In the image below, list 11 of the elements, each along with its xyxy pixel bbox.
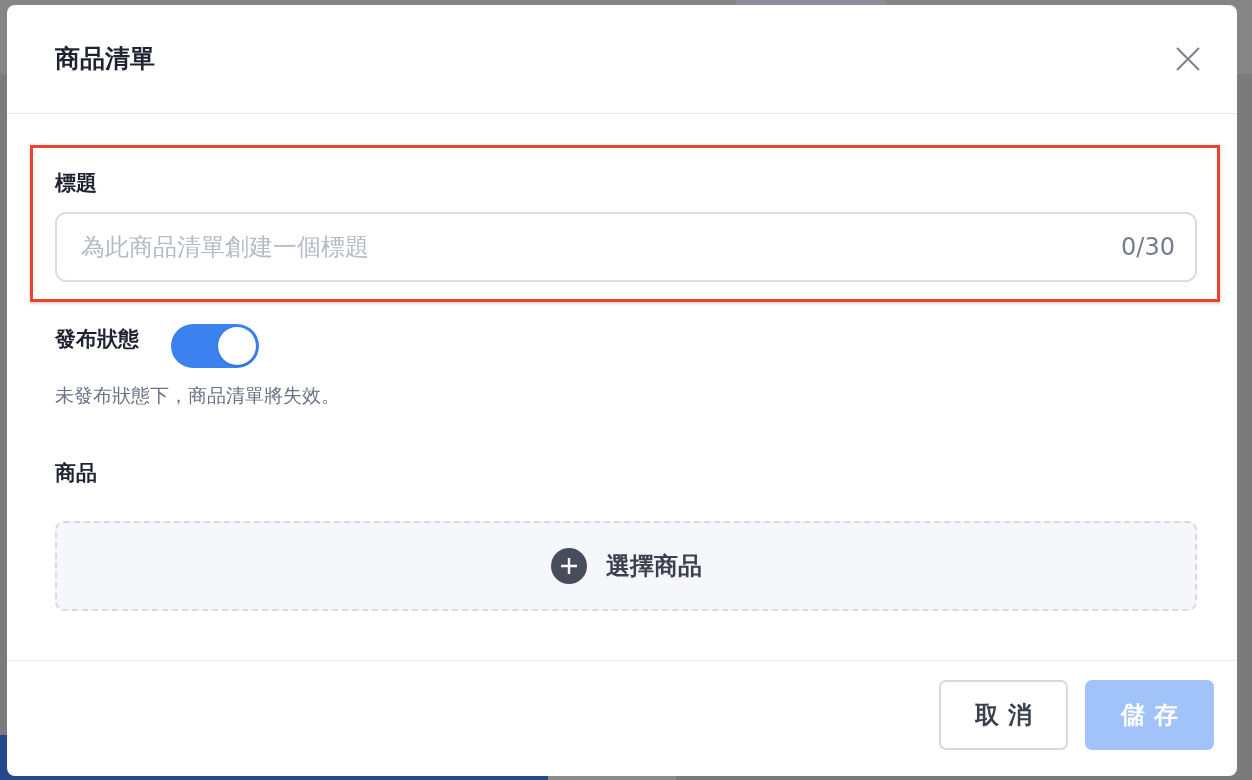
dialog-title: 商品清單 bbox=[55, 44, 155, 74]
field-label: 發布狀態 bbox=[55, 326, 139, 353]
hint-text: 未發布狀態下，商品清單將失效。 bbox=[55, 383, 340, 408]
plus-circle-icon bbox=[550, 548, 587, 584]
publish-switch[interactable] bbox=[171, 324, 259, 368]
field-label: 標題 bbox=[55, 170, 97, 197]
select-products-button[interactable]: 選擇商品 bbox=[55, 521, 1197, 611]
field-label: 商品 bbox=[55, 460, 97, 487]
close-icon bbox=[1176, 47, 1200, 71]
cancel-button[interactable]: 取 消 bbox=[939, 679, 1068, 750]
char-counter: 0/30 bbox=[1121, 233, 1175, 261]
